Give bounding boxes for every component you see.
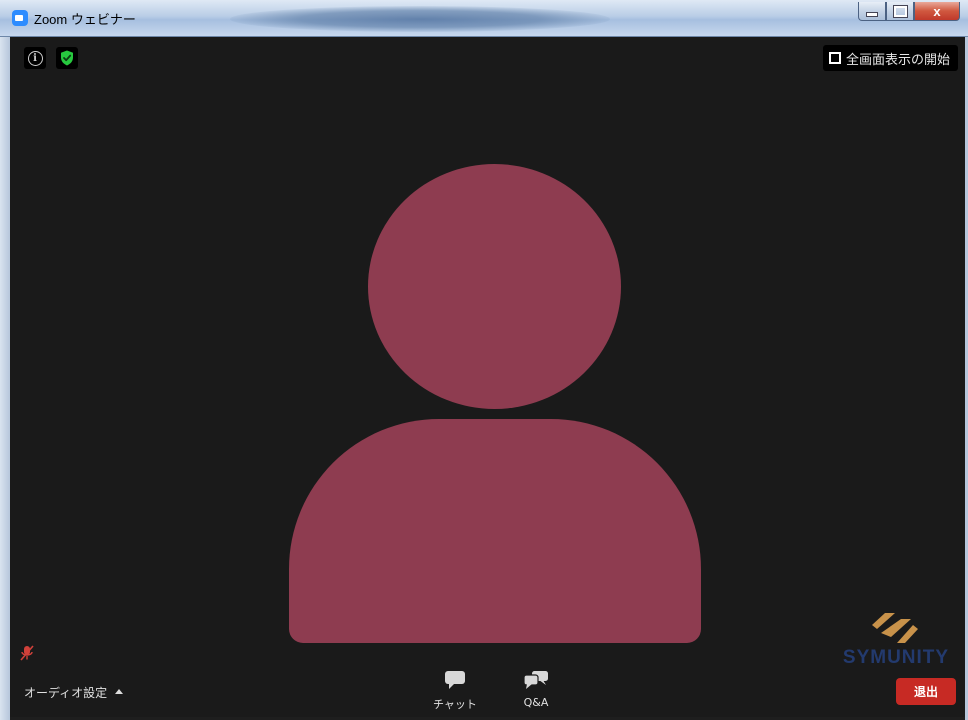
- titlebar-glow: [230, 6, 610, 32]
- caret-up-icon: [115, 689, 124, 694]
- chat-label: チャット: [433, 698, 477, 711]
- participant-avatar-head: [368, 164, 621, 409]
- chat-button[interactable]: チャット: [427, 670, 483, 714]
- video-area: i 全画面表示の開始 SYMUNITY オーディオ設定 チャット Q&A 退出: [10, 37, 965, 717]
- meeting-info-button[interactable]: i: [24, 47, 46, 69]
- maximize-icon: [892, 4, 908, 18]
- audio-settings-label: オーディオ設定: [24, 686, 108, 700]
- qa-bubbles-icon: [523, 671, 548, 689]
- zoom-app-icon: [12, 10, 28, 26]
- symunity-logo-mark: [872, 613, 918, 643]
- audio-settings-button[interactable]: オーディオ設定: [24, 684, 124, 701]
- maximize-button[interactable]: [886, 2, 914, 21]
- chat-bubble-icon: [445, 671, 465, 689]
- window-title: Zoom ウェビナー: [34, 12, 136, 27]
- shield-check-icon: [61, 50, 73, 66]
- symunity-logo-text: SYMUNITY: [842, 647, 950, 668]
- info-icon: i: [27, 50, 43, 66]
- window-left-frame: [0, 37, 10, 720]
- window-titlebar[interactable]: Zoom ウェビナー x: [0, 0, 968, 37]
- leave-button[interactable]: 退出: [896, 678, 956, 705]
- enter-fullscreen-button[interactable]: 全画面表示の開始: [822, 45, 958, 71]
- muted-microphone-icon: [20, 645, 34, 661]
- qa-button[interactable]: Q&A: [508, 670, 564, 714]
- symunity-watermark: SYMUNITY: [838, 611, 954, 669]
- participant-avatar-body: [289, 419, 701, 643]
- close-icon: x: [933, 3, 941, 19]
- close-button[interactable]: x: [914, 2, 960, 21]
- minimize-button[interactable]: [858, 2, 886, 21]
- fullscreen-icon: [828, 52, 841, 64]
- minimize-icon: [866, 11, 878, 17]
- window-controls: x: [858, 2, 960, 22]
- encryption-button[interactable]: [56, 47, 78, 69]
- fullscreen-label: 全画面表示の開始: [845, 52, 950, 68]
- qa-label: Q&A: [523, 696, 549, 709]
